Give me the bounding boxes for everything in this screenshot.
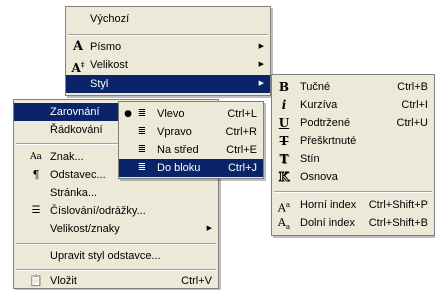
align-item-label: Na střed	[157, 144, 199, 156]
format-menu: Výchozí A Písmo ▶ A‡ Velikost ▶ Styl ▶	[65, 6, 271, 96]
radio-dot-icon: ●	[124, 109, 132, 119]
align-item-center[interactable]: ≣ Na střed Ctrl+E	[119, 141, 263, 159]
separator	[16, 269, 216, 271]
italic-icon: i	[281, 98, 287, 112]
style-submenu: B Tučné Ctrl+B i Kurzíva Ctrl+I U Podtrž…	[271, 74, 435, 236]
bullet-list-icon: ☰	[31, 205, 41, 216]
submenu-arrow-icon: ▶	[206, 225, 212, 232]
menu-item-font-label: Písmo	[90, 41, 122, 53]
menu-item-character-label: Znak...	[50, 151, 84, 163]
menu-item-paste[interactable]: 📋 Vložit Ctrl+V	[14, 272, 218, 290]
style-item-label: Osnova	[300, 171, 338, 183]
style-item-label: Tučné	[300, 81, 331, 93]
shadow-icon: T	[279, 152, 289, 166]
paragraph-icon: ¶	[32, 168, 40, 181]
align-item-left[interactable]: ● ≣ Vlevo Ctrl+L	[119, 105, 263, 123]
subscript-icon: Aa	[277, 216, 291, 232]
align-item-label: Vpravo	[157, 126, 192, 138]
style-item-underline[interactable]: U Podtržené Ctrl+U	[272, 114, 434, 132]
shortcut-label: Ctrl+U	[396, 117, 428, 129]
menu-item-numbering-label: Číslování/odrážky...	[50, 205, 146, 217]
style-item-shadow[interactable]: T Stín	[272, 150, 434, 168]
style-item-strikethrough[interactable]: T Přeškrtnuté	[272, 132, 434, 150]
shortcut-label: Ctrl+V	[181, 275, 212, 287]
style-item-label: Podtržené	[300, 117, 351, 129]
submenu-arrow-icon: ▶	[258, 80, 264, 87]
style-item-outline[interactable]: K Osnova	[272, 168, 434, 186]
shortcut-label: Ctrl+Shift+P	[368, 199, 428, 211]
menu-item-page[interactable]: Stránka...	[14, 184, 218, 202]
style-item-italic[interactable]: i Kurzíva Ctrl+I	[272, 96, 434, 114]
align-center-icon: ≣	[137, 144, 147, 155]
align-item-label: Vlevo	[157, 108, 185, 120]
shortcut-label: Ctrl+I	[401, 99, 428, 111]
menu-item-size[interactable]: A‡ Velikost ▶	[66, 56, 270, 75]
style-item-subscript[interactable]: Aa Dolní index Ctrl+Shift+B	[272, 214, 434, 232]
style-item-superscript[interactable]: Aa Horní index Ctrl+Shift+P	[272, 196, 434, 215]
character-icon: Aa	[30, 152, 42, 162]
menu-item-edit-paragraph-style-label: Upravit styl odstavce...	[50, 250, 161, 262]
bold-icon: B	[278, 80, 290, 94]
separator	[68, 34, 268, 36]
menu-item-paragraph-label: Odstavec...	[50, 169, 106, 181]
align-item-label: Do bloku	[157, 162, 201, 174]
menu-item-default-label: Výchozí	[90, 13, 130, 25]
menu-item-style-label: Styl	[90, 78, 109, 90]
shortcut-label: Ctrl+L	[227, 108, 257, 120]
style-item-label: Stín	[300, 153, 320, 165]
menu-item-default[interactable]: Výchozí	[66, 10, 270, 28]
menu-item-page-label: Stránka...	[50, 187, 98, 199]
align-left-icon: ≣	[137, 108, 147, 119]
menu-item-edit-paragraph-style[interactable]: Upravit styl odstavce...	[14, 247, 218, 265]
alignment-submenu: ● ≣ Vlevo Ctrl+L ≣ Vpravo Ctrl+R ≣ Na st…	[118, 101, 264, 179]
menu-item-size-label: Velikost	[90, 59, 128, 71]
shortcut-label: Ctrl+B	[397, 81, 428, 93]
submenu-arrow-icon: ▶	[258, 43, 264, 50]
style-item-label: Kurzíva	[300, 99, 338, 111]
separator	[16, 243, 216, 245]
strikethrough-icon: T	[279, 134, 289, 148]
style-item-label: Dolní index	[300, 217, 356, 229]
submenu-arrow-icon: ▶	[258, 61, 264, 68]
align-justify-icon: ≣	[137, 162, 147, 173]
shortcut-label: Ctrl+E	[226, 144, 257, 156]
align-right-icon: ≣	[137, 126, 147, 137]
menu-item-alignment-label: Zarovnání	[50, 106, 100, 118]
style-item-label: Přeškrtnuté	[300, 135, 357, 147]
menu-item-numbering[interactable]: ☰ Číslování/odrážky...	[14, 202, 218, 220]
menu-item-style[interactable]: Styl ▶	[66, 75, 270, 93]
shortcut-label: Ctrl+Shift+B	[368, 217, 428, 229]
align-item-justify[interactable]: ≣ Do bloku Ctrl+J	[119, 159, 263, 177]
font-size-icon: A‡	[71, 60, 85, 75]
menu-item-size-case-label: Velikost/znaky	[50, 223, 120, 235]
separator	[274, 191, 432, 193]
menu-item-line-spacing-label: Řádkování	[50, 124, 103, 136]
style-item-label: Horní index	[300, 199, 357, 211]
menu-item-font[interactable]: A Písmo ▶	[66, 38, 270, 56]
menu-item-paste-label: Vložit	[50, 275, 77, 287]
align-item-right[interactable]: ≣ Vpravo Ctrl+R	[119, 123, 263, 141]
menu-item-size-case[interactable]: Velikost/znaky ▶	[14, 220, 218, 238]
font-icon: A	[72, 39, 84, 54]
paste-icon: 📋	[29, 274, 43, 287]
shortcut-label: Ctrl+J	[227, 162, 257, 174]
shortcut-label: Ctrl+R	[225, 126, 257, 138]
underline-icon: U	[278, 116, 290, 130]
outline-icon: K	[278, 170, 290, 185]
style-item-bold[interactable]: B Tučné Ctrl+B	[272, 78, 434, 96]
